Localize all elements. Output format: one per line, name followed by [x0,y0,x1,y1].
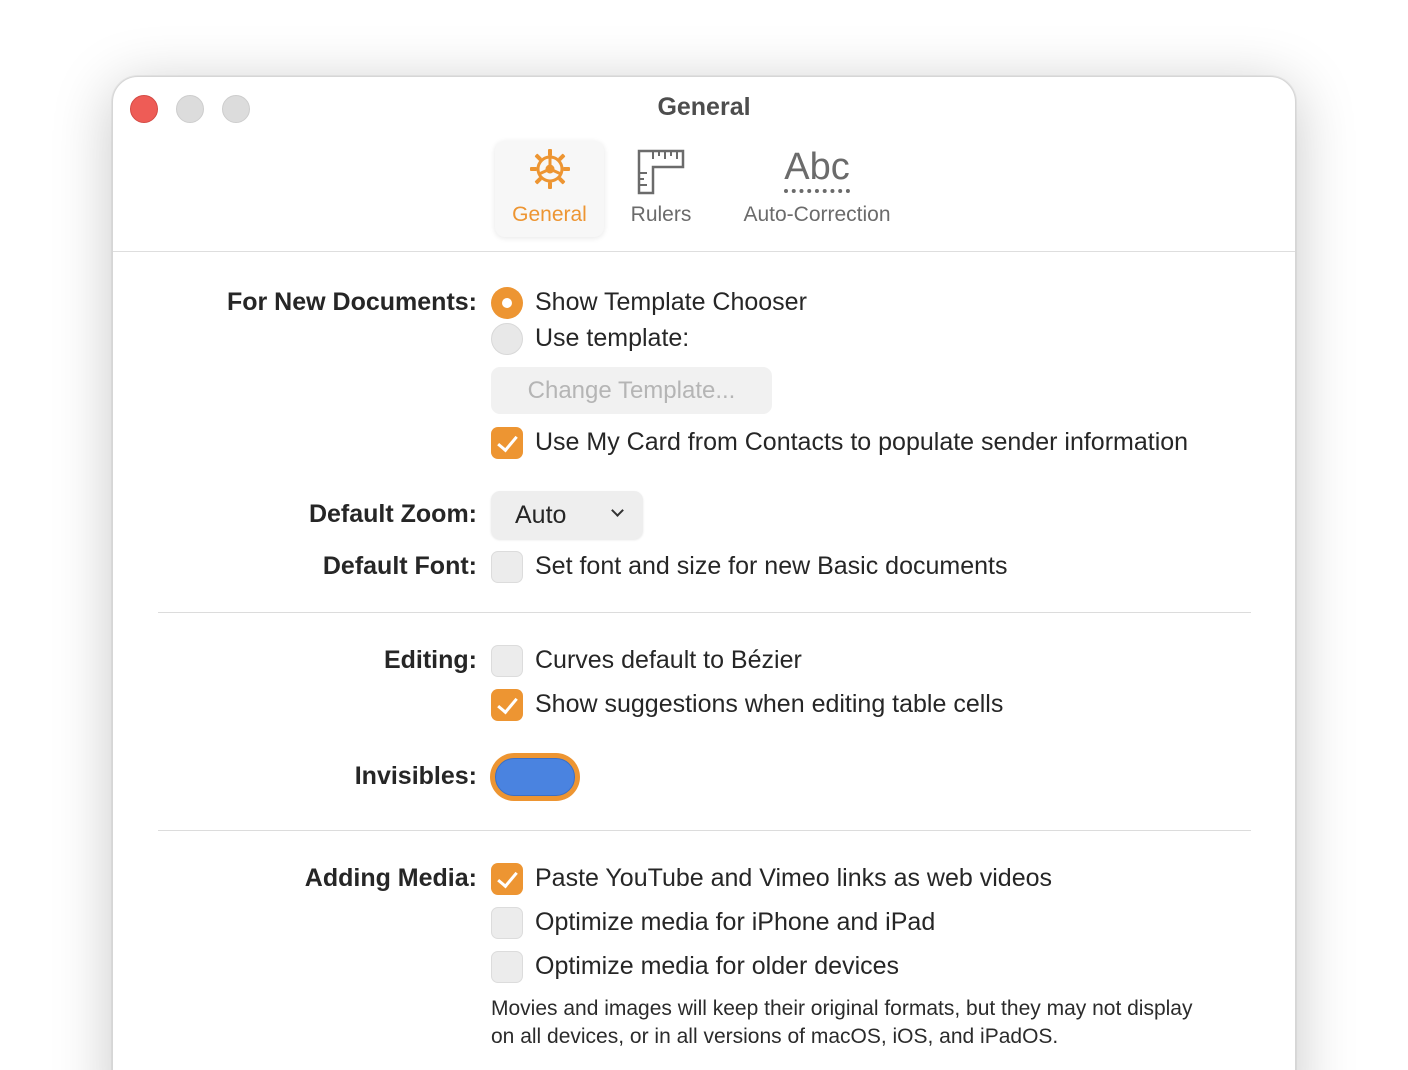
ruler-icon [635,147,687,200]
tab-auto-correction-label: Auto-Correction [743,203,891,226]
default-zoom-popup[interactable]: Auto [491,491,643,539]
paste-links-text: Paste YouTube and Vimeo links as web vid… [535,864,1053,892]
my-card-checkbox[interactable] [491,427,523,459]
abc-icon-text: Abc [784,146,850,188]
new-documents-label: For New Documents: [226,288,477,316]
default-font-checkbox[interactable] [491,551,523,583]
window-title: General [657,93,751,121]
optimize-older-checkbox[interactable] [491,951,523,983]
default-font-text: Set font and size for new Basic document… [535,552,1008,580]
use-template-radio[interactable] [491,323,523,355]
show-template-chooser-text: Show Template Chooser [535,288,807,316]
suggestions-checkbox[interactable] [491,689,523,721]
dotted-underline [784,189,850,193]
optimize-iphone-checkbox[interactable] [491,907,523,939]
gear-icon [528,147,572,196]
tab-general[interactable]: General [495,141,604,237]
my-card-text: Use My Card from Contacts to populate se… [535,428,1189,456]
media-format-note: Movies and images will keep their origin… [491,997,1193,1048]
optimize-older-text: Optimize media for older devices [535,952,900,980]
tab-rulers[interactable]: Rulers [616,141,706,237]
default-font-label: Default Font: [322,552,477,580]
adding-media-label: Adding Media: [304,864,477,892]
section-divider [158,830,1251,831]
use-template-text: Use template: [535,324,690,352]
tab-auto-correction[interactable]: Abc Auto-Correction [725,141,909,237]
invisibles-color-swatch [495,758,575,796]
editing-label: Editing: [383,646,477,674]
tab-rulers-label: Rulers [630,203,692,226]
paste-links-checkbox[interactable] [491,863,523,895]
toolbar-separator [113,251,1295,252]
bezier-text: Curves default to Bézier [535,646,802,674]
section-divider [158,612,1251,613]
default-zoom-label: Default Zoom: [308,500,477,528]
optimize-iphone-text: Optimize media for iPhone and iPad [535,908,936,936]
preferences-toolbar: General Rulers Abc Auto-Correction [113,141,1295,251]
change-template-button[interactable]: Change Template... [491,367,772,414]
show-template-chooser-radio[interactable] [491,287,523,319]
suggestions-text: Show suggestions when editing table cell… [535,690,1004,718]
abc-icon: Abc [784,147,850,193]
chevron-down-icon [611,504,624,517]
tab-general-label: General [512,203,587,226]
bezier-checkbox[interactable] [491,645,523,677]
invisibles-label: Invisibles: [354,762,477,790]
invisibles-color-well[interactable] [490,753,580,801]
default-zoom-value: Auto [515,501,567,529]
preferences-window: General General Rulers Abc Auto-Correcti… [112,76,1296,1070]
